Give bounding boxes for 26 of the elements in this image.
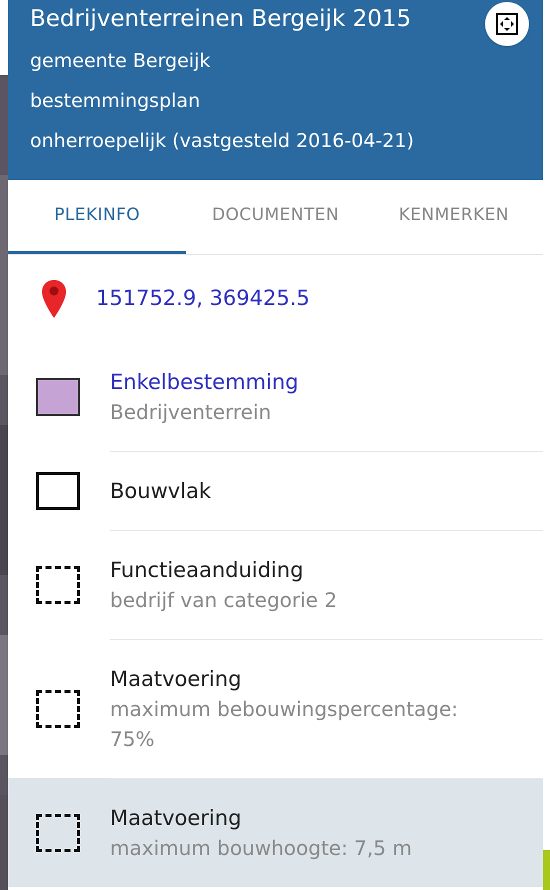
- move-button[interactable]: [485, 2, 529, 46]
- tab[interactable]: KENMERKEN: [364, 180, 543, 254]
- legend-title: Functieaanduiding: [110, 557, 304, 584]
- dashed-square-icon: [36, 690, 80, 728]
- plan-info-line: onherroepelijk (vastgesteld 2016-04-21): [30, 129, 414, 154]
- legend-subtitle: maximum bebouwingspercentage: 75%: [110, 696, 460, 753]
- legend-subtitle: bedrijf van categorie 2: [110, 587, 338, 614]
- plan-info-line: bestemmingsplan: [30, 89, 200, 114]
- legend-subtitle: maximum bouwhoogte: 7,5 m: [110, 835, 413, 862]
- square-symbol-icon: [36, 472, 80, 510]
- legend-title: Maatvoering: [110, 805, 242, 832]
- legend-row[interactable]: Maatvoering maximum bouwhoogte: 7,5 m: [8, 778, 543, 887]
- plan-info-line: gemeente Bergeijk: [30, 49, 210, 74]
- plan-title: Bedrijventerreinen Bergeijk 2015: [30, 5, 412, 34]
- legend-title: Bouwvlak: [110, 478, 212, 505]
- map-pin-icon: [40, 278, 68, 320]
- coordinates-text: 151752.9, 369425.5: [96, 285, 310, 312]
- dashed-square-icon: [36, 814, 80, 852]
- tab[interactable]: PLEKINFO: [8, 180, 186, 254]
- move-icon: [495, 12, 519, 36]
- legend-title-link[interactable]: Enkelbestemming: [110, 367, 298, 397]
- legend-subtitle: Bedrijventerrein: [110, 399, 272, 426]
- legend-title: Maatvoering: [110, 666, 242, 693]
- tab[interactable]: DOCUMENTEN: [186, 180, 365, 254]
- map-control-edge: [543, 850, 550, 890]
- dashed-square-icon: [36, 566, 80, 604]
